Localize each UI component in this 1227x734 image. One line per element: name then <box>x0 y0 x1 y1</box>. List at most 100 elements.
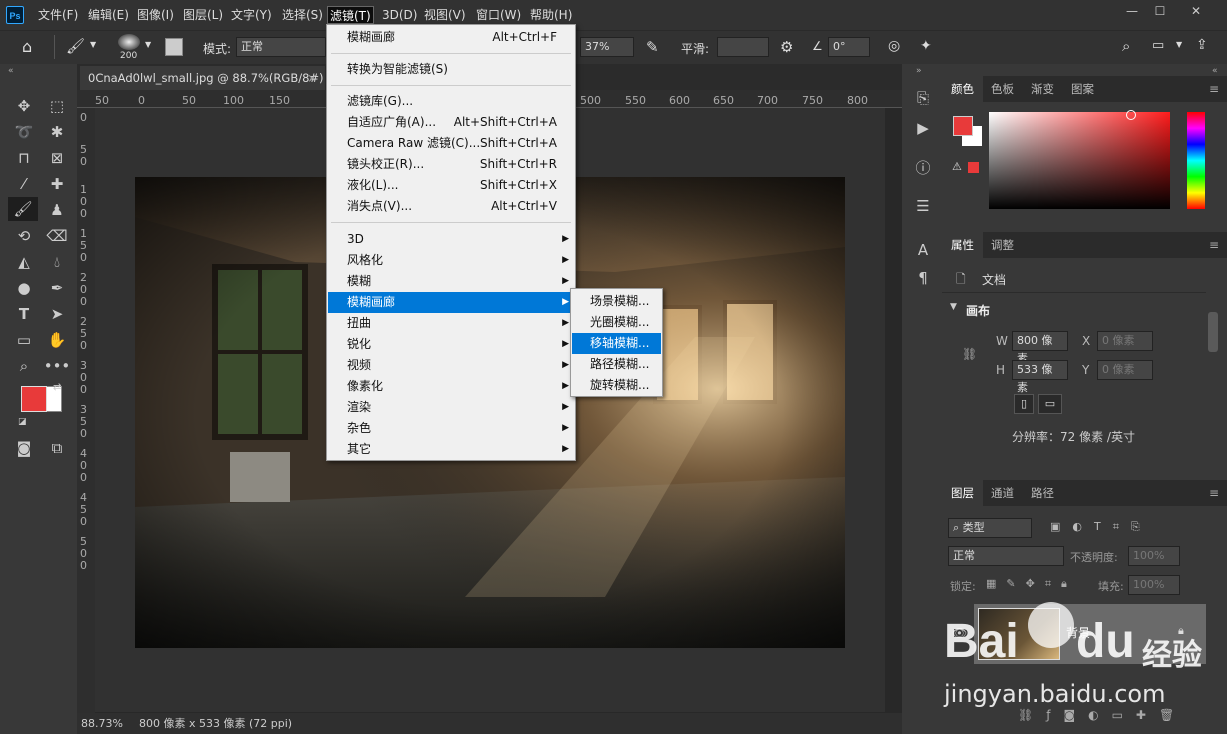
spot-heal-tool-icon[interactable]: ✚ <box>43 172 71 196</box>
share-icon[interactable]: ⇪ <box>1196 37 1208 53</box>
foreground-color-swatch[interactable] <box>21 386 47 412</box>
menu-3d[interactable]: 3D(D) <box>380 6 419 24</box>
menu-layer[interactable]: 图层(L) <box>181 6 225 24</box>
menu-item-blur-gallery[interactable]: 模糊画廊 ▶ <box>328 292 574 313</box>
portrait-icon[interactable]: ▯ <box>1014 394 1034 414</box>
blend-mode-select[interactable]: 正常 <box>948 546 1064 566</box>
stamp-tool-icon[interactable]: ♟ <box>43 198 71 222</box>
menu-item-adaptive-wide-angle[interactable]: 自适应广角(A)... Alt+Shift+Ctrl+A <box>328 112 574 133</box>
menu-item-spin-blur[interactable]: 旋转模糊... <box>572 375 661 396</box>
tab-patterns[interactable]: 图案 <box>1062 76 1103 102</box>
menu-window[interactable]: 窗口(W) <box>474 6 523 24</box>
menu-item-pixelate[interactable]: 像素化 ▶ <box>328 376 574 397</box>
panel-menu-icon[interactable]: ≡ <box>1209 238 1219 252</box>
collapse-icon[interactable]: » <box>916 66 922 76</box>
quick-mask-icon[interactable]: ◙ <box>10 436 38 460</box>
scrollbar-thumb[interactable] <box>1208 312 1218 352</box>
zoom-tool-icon[interactable]: ⌕ <box>10 354 38 378</box>
search-icon[interactable]: ⌕ <box>1122 37 1130 55</box>
menu-item-blur[interactable]: 模糊 ▶ <box>328 271 574 292</box>
close-tab-button[interactable]: × <box>307 66 317 90</box>
menu-item-video[interactable]: 视频 ▶ <box>328 355 574 376</box>
gamut-swatch[interactable] <box>968 162 979 173</box>
chevron-down-icon[interactable]: ▼ <box>145 40 151 49</box>
menu-item-distort[interactable]: 扭曲 ▶ <box>328 313 574 334</box>
marquee-tool-icon[interactable]: ⬚ <box>43 94 71 118</box>
menu-select[interactable]: 选择(S) <box>280 6 325 24</box>
chevron-down-icon[interactable]: ▼ <box>90 40 96 49</box>
opacity-field[interactable]: 37% <box>580 37 634 57</box>
brush-preview-icon[interactable] <box>118 34 140 50</box>
x-field[interactable]: 0 像素 <box>1097 331 1153 351</box>
pressure-size-icon[interactable]: ◎ <box>888 38 900 54</box>
color-field[interactable] <box>989 112 1170 209</box>
menu-view[interactable]: 视图(V) <box>422 6 468 24</box>
tab-properties[interactable]: 属性 <box>942 232 983 258</box>
menu-item-iris-blur[interactable]: 光圈模糊... <box>572 312 661 333</box>
history-panel-icon[interactable]: ⎘ <box>909 86 937 110</box>
screen-mode-icon[interactable]: ⧉ <box>43 436 71 460</box>
fill-field[interactable]: 100% <box>1128 575 1180 595</box>
layer-filter-select[interactable]: ⌕ 类型 <box>948 518 1032 538</box>
height-field[interactable]: 533 像素 <box>1012 360 1068 394</box>
menu-type[interactable]: 文字(Y) <box>229 6 274 24</box>
menu-filter[interactable]: 滤镜(T) <box>327 6 374 24</box>
menu-item-stylize[interactable]: 风格化 ▶ <box>328 250 574 271</box>
history-brush-tool-icon[interactable]: ⟲ <box>10 224 38 248</box>
tab-gradients[interactable]: 渐变 <box>1022 76 1063 102</box>
menu-edit[interactable]: 编辑(E) <box>86 6 131 24</box>
menu-item-vanishing-point[interactable]: 消失点(V)... Alt+Ctrl+V <box>328 196 574 217</box>
menu-file[interactable]: 文件(F) <box>36 6 80 24</box>
layer-opacity-field[interactable]: 100% <box>1128 546 1180 566</box>
menu-item-liquify[interactable]: 液化(L)... Shift+Ctrl+X <box>328 175 574 196</box>
menu-item-blur-gallery-last[interactable]: 模糊画廊 Alt+Ctrl+F <box>328 27 574 48</box>
mode-select[interactable]: 正常 <box>236 37 326 57</box>
menu-item-render[interactable]: 渲染 ▶ <box>328 397 574 418</box>
airbrush-icon[interactable]: ✎ <box>646 38 659 56</box>
maximize-button[interactable]: ☐ <box>1144 0 1176 22</box>
tab-layers[interactable]: 图层 <box>942 480 983 506</box>
menu-item-tilt-shift[interactable]: 移轴模糊... <box>572 333 661 354</box>
menu-item-other[interactable]: 其它 ▶ <box>328 439 574 460</box>
lasso-tool-icon[interactable]: ➰ <box>10 120 38 144</box>
zoom-level[interactable]: 88.73% <box>81 713 123 734</box>
menu-item-camera-raw[interactable]: Camera Raw 滤镜(C)... Shift+Ctrl+A <box>328 133 574 154</box>
panel-menu-icon[interactable]: ≡ <box>1209 486 1219 500</box>
blur-tool-icon[interactable]: 💧︎ <box>43 250 71 274</box>
vertical-ruler[interactable]: 0 5 0 1 0 0 1 5 0 2 0 0 2 5 0 3 0 0 3 5 … <box>77 108 95 713</box>
gear-icon[interactable]: ⚙ <box>780 38 793 56</box>
frame-tool-icon[interactable]: ⊠ <box>43 146 71 170</box>
menu-item-field-blur[interactable]: 场景模糊... <box>572 291 661 312</box>
tab-swatches[interactable]: 色板 <box>982 76 1023 102</box>
width-field[interactable]: 800 像素 <box>1012 331 1068 365</box>
path-select-tool-icon[interactable]: ➤ <box>43 302 71 326</box>
tab-channels[interactable]: 通道 <box>982 480 1023 506</box>
default-colors-icon[interactable]: ◪ <box>18 417 27 427</box>
fg-swatch[interactable] <box>953 116 973 136</box>
document-info[interactable]: 800 像素 x 533 像素 (72 ppi) <box>139 713 292 734</box>
tab-paths[interactable]: 路径 <box>1022 480 1063 506</box>
layer-filter-icons[interactable]: ▣◐T⌗⎘ <box>1050 520 1152 534</box>
y-field[interactable]: 0 像素 <box>1097 360 1153 380</box>
collapse-icon[interactable]: « <box>1212 66 1218 76</box>
document-tab[interactable]: 0CnaAd0lwl_small.jpg @ 88.7%(RGB/8#) × <box>80 66 325 90</box>
tab-color[interactable]: 颜色 <box>942 76 983 102</box>
link-icon[interactable]: ⛓ <box>962 347 977 361</box>
brush-tool-icon[interactable]: 🖌︎ <box>66 37 85 55</box>
type-tool-icon[interactable]: T <box>10 302 38 326</box>
gradient-tool-icon[interactable]: ◭ <box>10 250 38 274</box>
quick-select-tool-icon[interactable]: ✱ <box>43 120 71 144</box>
smoothing-field[interactable] <box>717 37 769 57</box>
chevron-down-icon[interactable]: ▼ <box>950 302 957 312</box>
collapse-icon[interactable]: « <box>8 66 14 76</box>
menu-item-noise[interactable]: 杂色 ▶ <box>328 418 574 439</box>
character-panel-icon[interactable]: A <box>909 238 937 262</box>
clone-source-icon[interactable]: ☰ <box>909 194 937 218</box>
hand-tool-icon[interactable]: ✋ <box>43 328 71 352</box>
landscape-icon[interactable]: ▭ <box>1038 394 1062 414</box>
eraser-tool-icon[interactable]: ⌫ <box>43 224 71 248</box>
crop-tool-icon[interactable]: ⊓ <box>10 146 38 170</box>
swap-colors-icon[interactable]: ⇄ <box>53 382 61 393</box>
menu-item-sharpen[interactable]: 锐化 ▶ <box>328 334 574 355</box>
menu-item-filter-gallery[interactable]: 滤镜库(G)... <box>328 91 574 112</box>
